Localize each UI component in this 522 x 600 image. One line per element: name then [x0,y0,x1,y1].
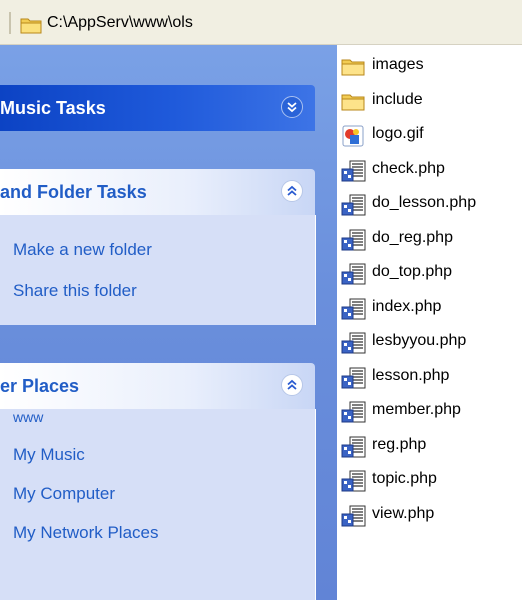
share-folder-link[interactable]: Share this folder [13,281,137,301]
music-tasks-title: Music Tasks [0,98,106,118]
folder-tasks-body: Make a new folder Share this folder [0,215,316,325]
php-file-icon [341,436,367,465]
music-tasks-header[interactable]: Music Tasks [0,85,315,131]
address-bar: C:\AppServ\www\ols [0,0,522,45]
folder-icon [20,16,42,39]
file-name: lesson.php [372,366,450,384]
folder-tasks-header[interactable]: and Folder Tasks [0,169,315,215]
place-link-my-music[interactable]: My Music [13,445,85,465]
address-path[interactable]: C:\AppServ\www\ols [47,14,193,32]
php-file-icon [341,367,367,396]
php-file-icon [341,505,367,534]
expand-chevron-icon[interactable] [281,96,303,118]
php-file-icon [341,298,367,327]
php-file-icon [341,332,367,361]
php-file-icon [341,401,367,430]
toolbar-grip [9,12,11,34]
file-name: include [372,90,423,108]
collapse-chevron-icon[interactable] [281,180,303,202]
collapse-chevron-icon[interactable] [281,374,303,396]
file-name: member.php [372,401,461,418]
place-link-my-computer[interactable]: My Computer [13,484,115,504]
other-places-header[interactable]: er Places [0,363,315,409]
file-name: topic.php [372,470,437,487]
file-name: images [372,56,424,73]
file-name: index.php [372,297,442,315]
file-name: view.php [372,504,435,522]
file-name: reg.php [372,435,427,453]
file-name: do_top.php [372,263,453,280]
php-file-icon [341,160,367,189]
php-file-icon [341,229,367,258]
place-link-my-network-places[interactable]: My Network Places [13,523,158,543]
file-name: check.php [372,159,445,177]
php-file-icon [341,470,367,499]
folder-icon [341,56,365,81]
file-name: logo.gif [372,125,424,142]
file-name: do_lesson.php [372,194,477,211]
make-new-folder-link[interactable]: Make a new folder [13,240,152,260]
task-pane: Music Tasks and Folder Tasks Make a new … [0,45,337,600]
folder-icon [341,91,365,116]
image-file-icon [341,125,365,152]
place-link-www[interactable]: www [13,409,43,425]
other-places-body: www My Music My Computer My Network Plac… [0,409,316,600]
file-name: do_reg.php [372,228,453,246]
other-places-title: er Places [0,376,80,396]
php-file-icon [341,263,367,292]
file-name: lesbyyou.php [372,332,467,349]
folder-tasks-title: and Folder Tasks [0,182,147,202]
php-file-icon [341,194,367,223]
